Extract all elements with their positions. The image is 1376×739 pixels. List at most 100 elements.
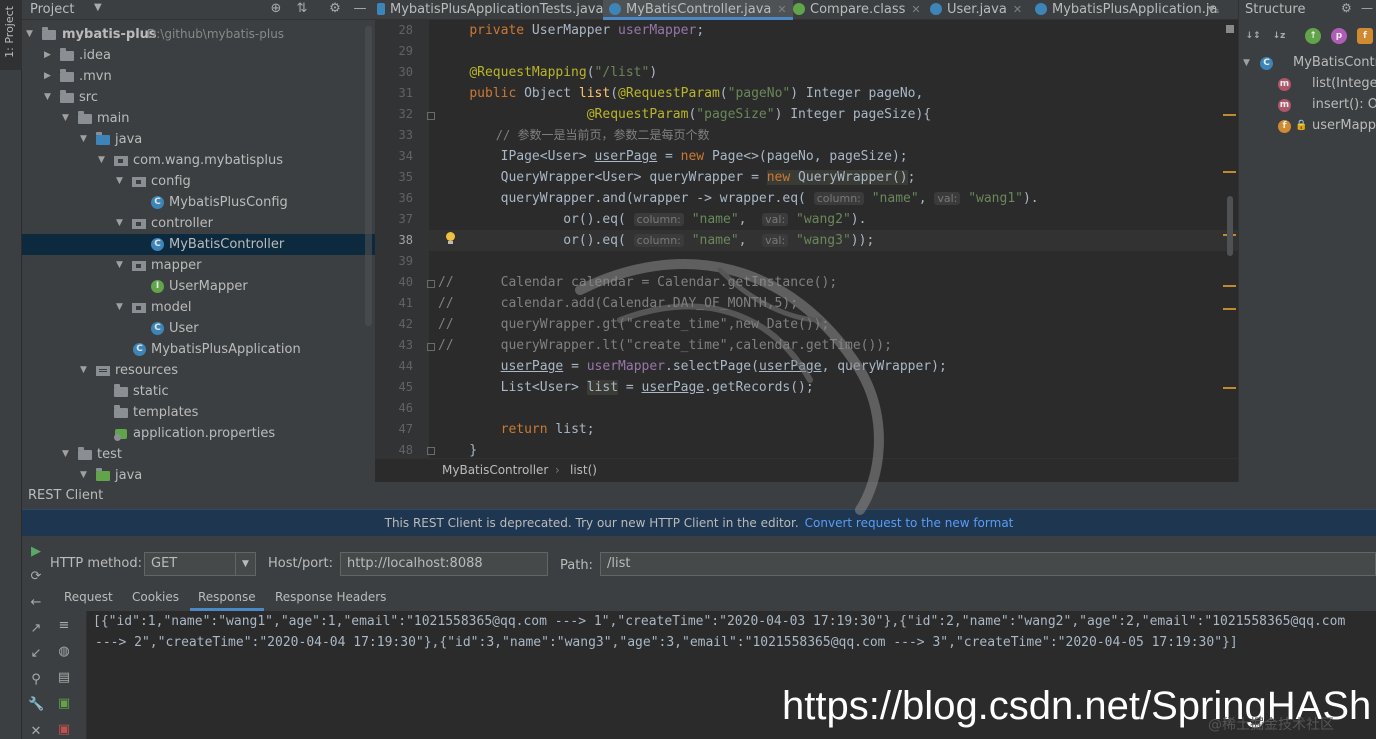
tree-item-selected[interactable]: C MyBatisController <box>22 234 375 255</box>
gear-icon[interactable]: ⚙ <box>1341 1 1352 15</box>
tree-item[interactable]: ▼ main <box>22 108 375 129</box>
locate-icon[interactable]: ⊕ <box>268 1 284 17</box>
close-icon[interactable]: ✕ <box>911 3 920 16</box>
show-fields-icon[interactable]: f <box>1357 28 1373 44</box>
tree-item[interactable]: C User <box>22 318 375 339</box>
host-port-input[interactable]: http://localhost:8088 <box>340 552 548 576</box>
project-panel-title[interactable]: Project <box>30 2 74 17</box>
tab-mybatisplusapplication[interactable]: MybatisPlusApplication.ja <box>1035 0 1217 20</box>
chevron-down-icon[interactable]: ▼ <box>44 87 54 108</box>
save-as-icon[interactable]: ▣ <box>56 722 72 738</box>
tree-item[interactable]: ▶ .mvn <box>22 66 375 87</box>
chevron-down-icon[interactable]: ▼ <box>116 297 126 318</box>
sort-visibility-icon[interactable]: ↓↕ <box>1245 28 1261 44</box>
collapse-all-icon[interactable]: ⇅ <box>294 1 310 17</box>
tab-user[interactable]: User.java ✕ <box>930 0 1022 20</box>
tree-item[interactable]: ▼ src <box>22 87 375 108</box>
gear-icon[interactable]: ⚙ <box>327 1 343 17</box>
chevron-right-icon[interactable]: ▶ <box>44 45 54 66</box>
close-icon[interactable]: ✕ <box>28 724 44 739</box>
globe-icon[interactable]: ◍ <box>56 644 72 660</box>
tree-item[interactable]: ▼ test <box>22 444 375 465</box>
chevron-right-icon[interactable]: ▶ <box>44 66 54 87</box>
show-properties-icon[interactable]: p <box>1331 28 1347 44</box>
back-arrow-icon[interactable]: ← <box>28 595 44 611</box>
tree-item[interactable]: ▼ java <box>22 465 375 482</box>
warning-marker[interactable] <box>1223 308 1236 310</box>
close-icon[interactable]: ✕ <box>777 3 786 16</box>
chevron-down-icon[interactable]: ▼ <box>80 360 90 381</box>
convert-request-link[interactable]: Convert request to the new format <box>805 516 1014 530</box>
chevron-down-icon[interactable]: ▼ <box>116 255 126 276</box>
wrench-icon[interactable]: 🔧 <box>28 697 44 713</box>
tree-item[interactable]: C MybatisPlusApplication <box>22 339 375 360</box>
tree-item[interactable]: ▼ model <box>22 297 375 318</box>
chevron-down-icon[interactable]: ▼ <box>80 129 90 150</box>
import-icon[interactable]: ↙ <box>28 646 44 662</box>
close-icon[interactable]: ✕ <box>1013 3 1022 16</box>
tab-cookies[interactable]: Cookies <box>132 586 179 608</box>
tree-item[interactable]: C MybatisPlusConfig <box>22 192 375 213</box>
tree-item[interactable]: ▼ java <box>22 129 375 150</box>
tree-item-root[interactable]: ▼ mybatis-plus D:\github\mybatis-plus <box>22 24 375 45</box>
sort-alpha-icon[interactable]: ↓z <box>1271 28 1287 44</box>
tree-item[interactable]: ▼ resources <box>22 360 375 381</box>
save-icon[interactable]: ▣ <box>56 696 72 712</box>
file-icon[interactable]: ▤ <box>56 670 72 686</box>
warning-marker[interactable] <box>1223 285 1236 287</box>
tab-mybatisplusapplicationtests[interactable]: MybatisPlusApplicationTests.java✕ <box>377 0 619 20</box>
tree-item[interactable]: ▼ controller <box>22 213 375 234</box>
path-input[interactable]: /list <box>600 552 1376 576</box>
tree-item[interactable]: application.properties <box>22 423 375 444</box>
editor-scrollbar[interactable] <box>1227 196 1233 256</box>
tree-item[interactable]: ▼ com.wang.mybatisplus <box>22 150 375 171</box>
chevron-down-icon[interactable]: ▼ <box>62 108 72 129</box>
chevron-down-icon[interactable]: ▼ <box>26 24 36 45</box>
format-icon[interactable]: ≡ <box>56 618 72 634</box>
tab-request[interactable]: Request <box>64 586 113 608</box>
chevron-down-icon[interactable]: ▼ <box>235 553 255 575</box>
tab-mybatiscontroller[interactable]: MyBatisController.java ✕ <box>603 0 793 20</box>
warning-marker[interactable] <box>1223 387 1236 389</box>
hide-icon[interactable]: — <box>352 1 368 17</box>
refresh-icon[interactable]: ⟳ <box>28 569 44 585</box>
run-icon[interactable]: ▶ <box>28 544 44 560</box>
warning-marker[interactable] <box>1223 114 1236 116</box>
settings-icon[interactable]: ⚲ <box>28 672 44 688</box>
tree-item[interactable]: ▶ .idea <box>22 45 375 66</box>
breadcrumb-class[interactable]: MyBatisController <box>442 463 548 477</box>
chevron-down-icon[interactable]: ▼ <box>80 465 90 482</box>
chevron-down-icon[interactable]: ▼ <box>116 171 126 192</box>
show-inherited-icon[interactable]: ↑ <box>1305 28 1321 44</box>
project-scrollbar[interactable] <box>365 26 372 326</box>
project-tool-tab[interactable]: 1: Project <box>0 0 22 70</box>
hide-icon[interactable]: — <box>1361 1 1373 15</box>
tree-item[interactable]: ▼ mapper <box>22 255 375 276</box>
export-icon[interactable]: ↗ <box>28 621 44 637</box>
fold-icon[interactable] <box>427 447 435 455</box>
warning-marker[interactable] <box>1223 171 1236 173</box>
tree-item[interactable]: static <box>22 381 375 402</box>
tab-response[interactable]: Response <box>190 586 264 611</box>
chevron-down-icon[interactable]: ▼ <box>98 150 108 171</box>
tree-item[interactable]: I UserMapper <box>22 276 375 297</box>
chevron-down-icon[interactable]: ▼ <box>1243 53 1250 73</box>
chevron-down-icon[interactable]: ▼ <box>116 213 126 234</box>
tree-item[interactable]: templates <box>22 402 375 423</box>
chevron-down-icon[interactable]: ▼ <box>62 444 72 465</box>
class-icon: C <box>151 322 164 335</box>
tree-item[interactable]: ▼ config <box>22 171 375 192</box>
fold-icon[interactable] <box>427 343 435 351</box>
fold-icon[interactable] <box>427 280 435 288</box>
http-method-select[interactable]: GET ▼ <box>144 552 256 576</box>
fold-icon[interactable] <box>427 112 435 120</box>
tab-compare[interactable]: Compare.class ✕ <box>793 0 921 20</box>
code-editor[interactable]: 28 29 30 31 32 33 34 35 36 37 38 39 40 4… <box>375 20 1238 458</box>
tab-overflow-icon[interactable]: ▾ₛ <box>1208 0 1219 20</box>
chevron-down-icon[interactable]: ▼ <box>94 2 102 13</box>
breadcrumb-method[interactable]: list() <box>570 463 597 477</box>
properties-file-icon <box>114 427 128 441</box>
inspection-status-icon[interactable] <box>1226 25 1234 33</box>
tab-response-headers[interactable]: Response Headers <box>275 586 386 608</box>
comment-text: // 参数一是当前页，参数二是每页个数 <box>495 128 710 142</box>
